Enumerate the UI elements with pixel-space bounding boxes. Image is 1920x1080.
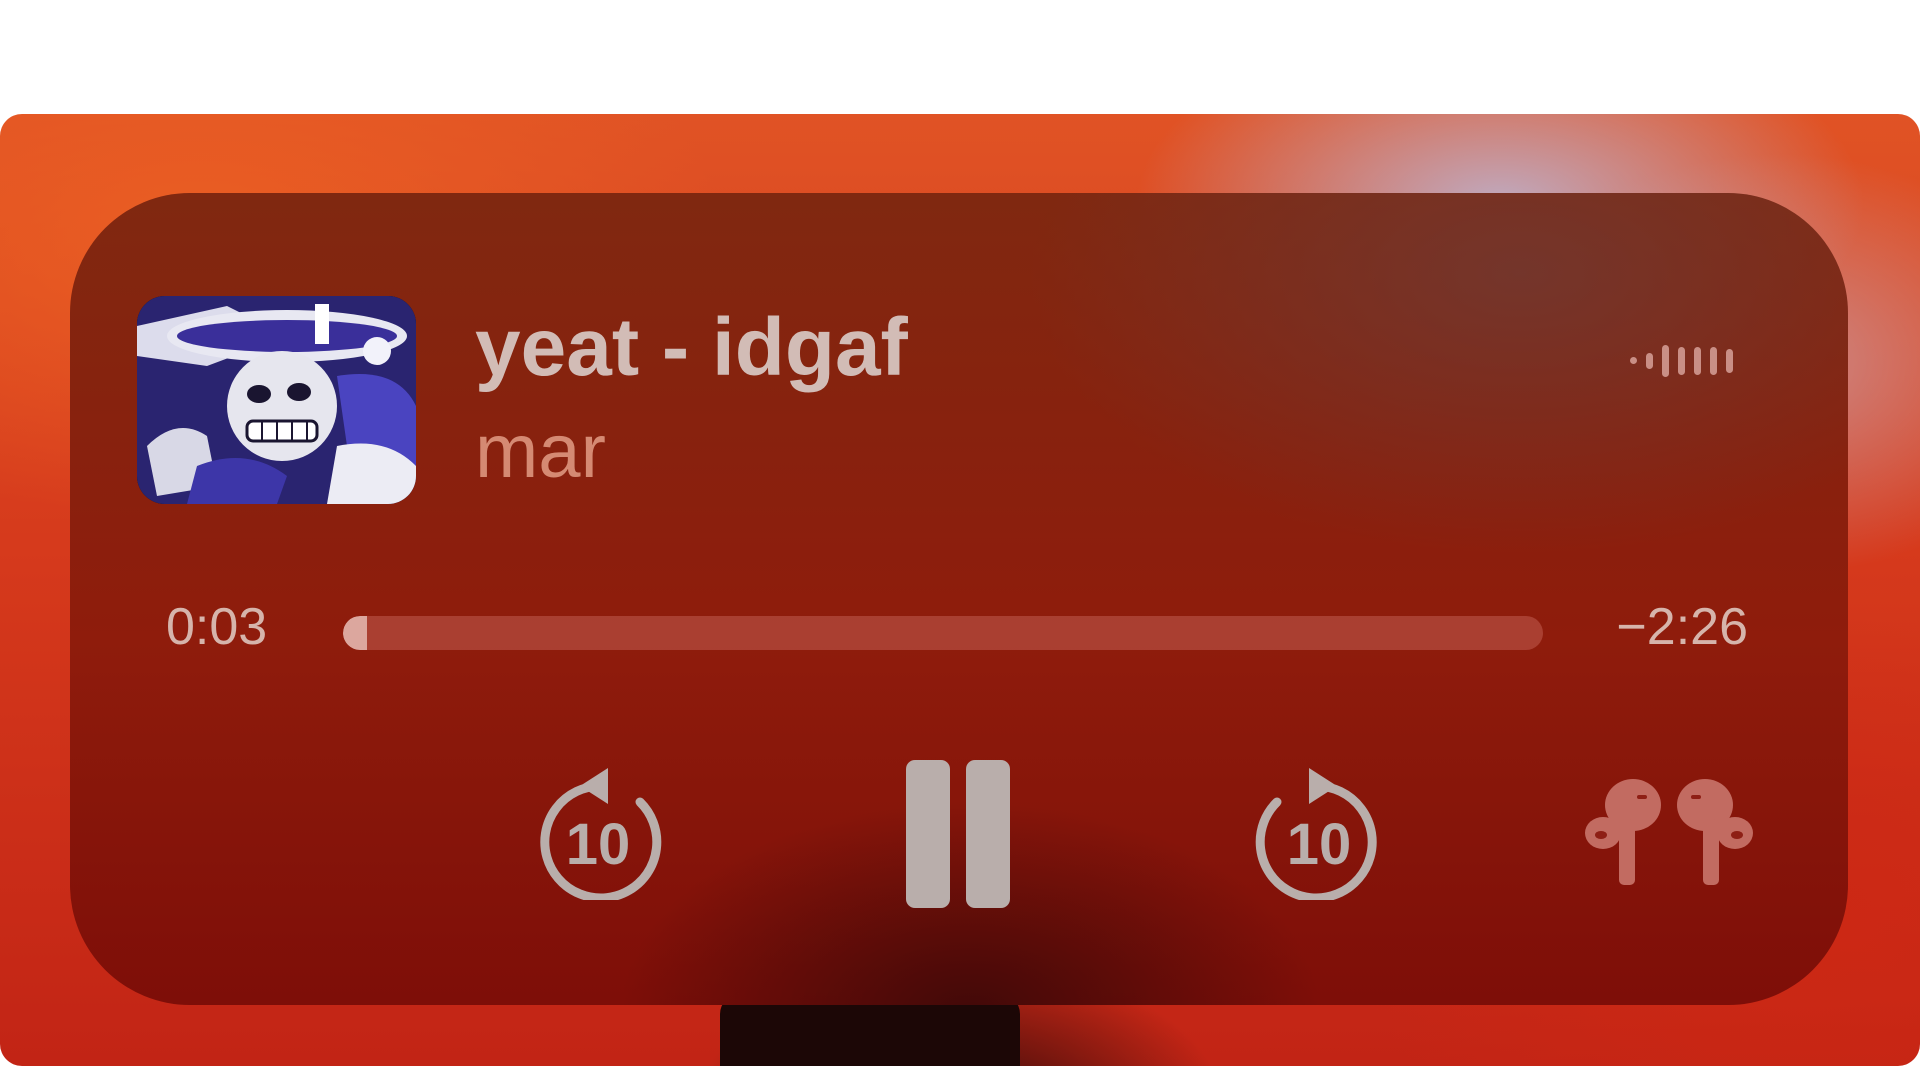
remaining-time: −2:26 (1616, 598, 1748, 656)
gobackward-10-icon: 10 (540, 768, 662, 900)
playback-scrubber[interactable] (343, 616, 1543, 650)
pause-button[interactable] (900, 760, 1020, 910)
track-title: yeat - idgaf (475, 302, 908, 393)
now-playing-widget[interactable]: yeat - idgaf mar 0:03 −2:26 10 10 (70, 193, 1848, 1005)
audio-level-meter-icon (1630, 341, 1740, 381)
elapsed-time: 0:03 (166, 598, 268, 656)
album-artwork[interactable] (137, 296, 416, 504)
track-artist: mar (475, 409, 606, 494)
goforward-10-icon: 10 (1255, 768, 1377, 900)
skip-back-button[interactable]: 10 (536, 760, 664, 900)
airpods-pro-icon (1585, 779, 1753, 885)
audio-output-button[interactable] (1585, 775, 1755, 885)
skip-forward-button[interactable]: 10 (1253, 760, 1381, 900)
pause-icon (906, 760, 1010, 908)
skip-forward-seconds-label: 10 (1287, 812, 1352, 877)
playback-progress-fill (343, 616, 367, 650)
skip-back-seconds-label: 10 (566, 812, 631, 877)
